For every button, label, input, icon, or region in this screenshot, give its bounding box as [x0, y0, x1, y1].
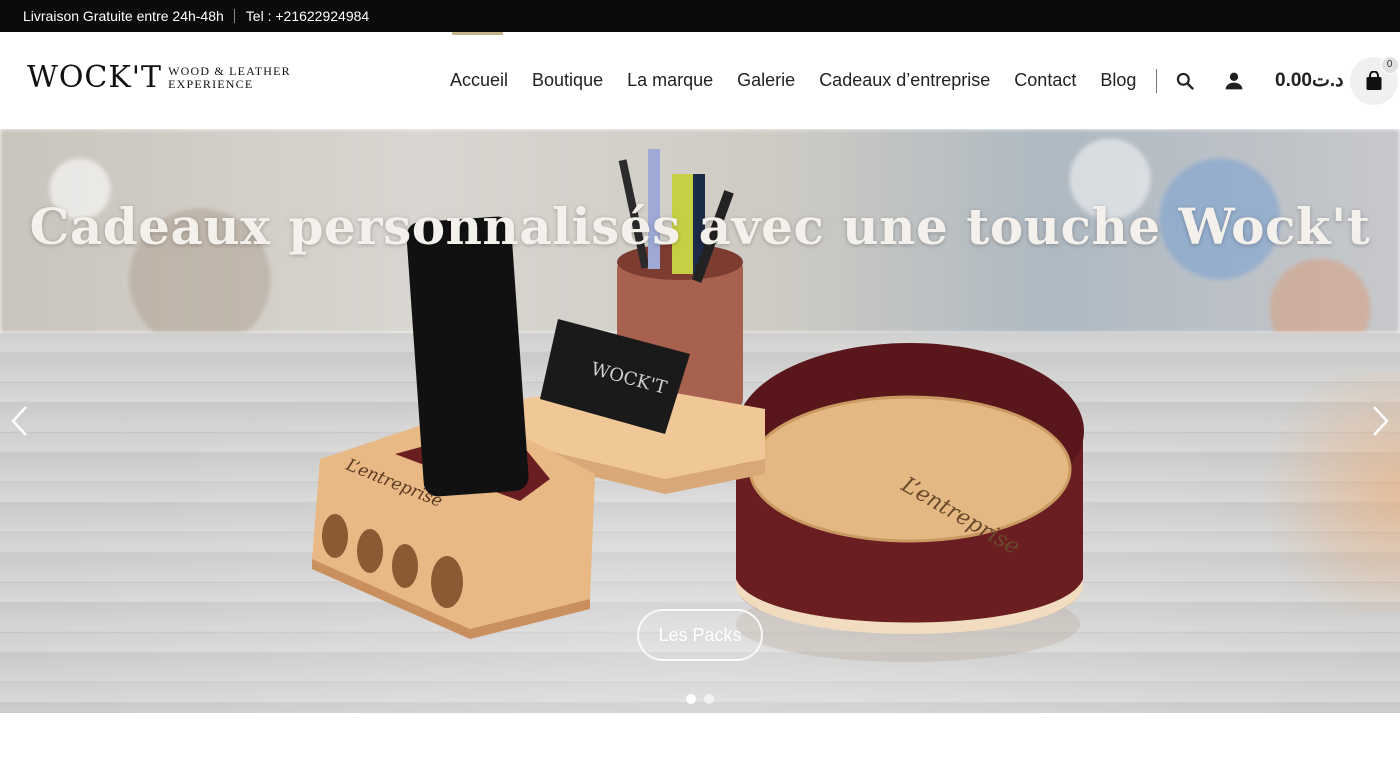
- account-button[interactable]: [1219, 66, 1249, 96]
- cart-count-badge: 0: [1380, 55, 1399, 74]
- logo-tagline-line1: WOOD & LEATHER: [168, 63, 291, 78]
- slider-dot-2[interactable]: [704, 694, 714, 704]
- slider-dot-1[interactable]: [686, 694, 696, 704]
- logo-tagline: WOOD & LEATHER EXPERIENCE: [168, 63, 291, 91]
- delivery-info: Livraison Gratuite entre 24h-48h: [23, 8, 224, 24]
- nav-item-cadeaux-entreprise[interactable]: Cadeaux d’entreprise: [819, 32, 990, 129]
- user-icon: [1225, 72, 1243, 89]
- nav-item-blog[interactable]: Blog: [1100, 32, 1136, 129]
- shopping-bag-icon: [1366, 70, 1382, 90]
- site-header: WOCK'T WOOD & LEATHER EXPERIENCE Accueil…: [0, 32, 1400, 129]
- les-packs-button[interactable]: Les Packs: [637, 609, 763, 661]
- logo-tagline-line2: EXPERIENCE: [168, 76, 254, 91]
- nav-item-contact[interactable]: Contact: [1014, 32, 1076, 129]
- main-nav: Accueil Boutique La marque Galerie Cadea…: [450, 32, 1158, 129]
- cart-button[interactable]: 0: [1349, 55, 1399, 105]
- hero-slider: L’entreprise WOCK'T L’entreprise Cadeaux…: [0, 129, 1400, 713]
- top-info-bar: Livraison Gratuite entre 24h-48h Tel : +…: [0, 0, 1400, 32]
- phone-info[interactable]: Tel : +21622924984: [246, 8, 369, 24]
- nav-item-la-marque[interactable]: La marque: [627, 32, 713, 129]
- topbar-separator: [233, 9, 235, 23]
- site-logo[interactable]: WOCK'T WOOD & LEATHER EXPERIENCE: [27, 60, 291, 95]
- logo-wordmark: WOCK'T: [27, 60, 163, 95]
- nav-item-boutique[interactable]: Boutique: [532, 32, 603, 129]
- chevron-left-icon: [11, 406, 27, 436]
- slider-prev-button[interactable]: [8, 404, 32, 438]
- chevron-right-icon: [1373, 406, 1389, 436]
- cart-total[interactable]: 0.00د.ت: [1275, 69, 1344, 92]
- hero-title: Cadeaux personnalisés avec une touche Wo…: [29, 197, 1371, 256]
- slider-pagination: [686, 694, 722, 704]
- slider-next-button[interactable]: [1368, 404, 1392, 438]
- nav-item-galerie[interactable]: Galerie: [737, 32, 795, 129]
- nav-item-accueil[interactable]: Accueil: [450, 32, 508, 129]
- nav-divider: [1156, 68, 1158, 93]
- header-actions: 0.00د.ت 0: [1170, 32, 1399, 129]
- search-button[interactable]: [1170, 66, 1200, 96]
- search-icon: [1176, 72, 1194, 90]
